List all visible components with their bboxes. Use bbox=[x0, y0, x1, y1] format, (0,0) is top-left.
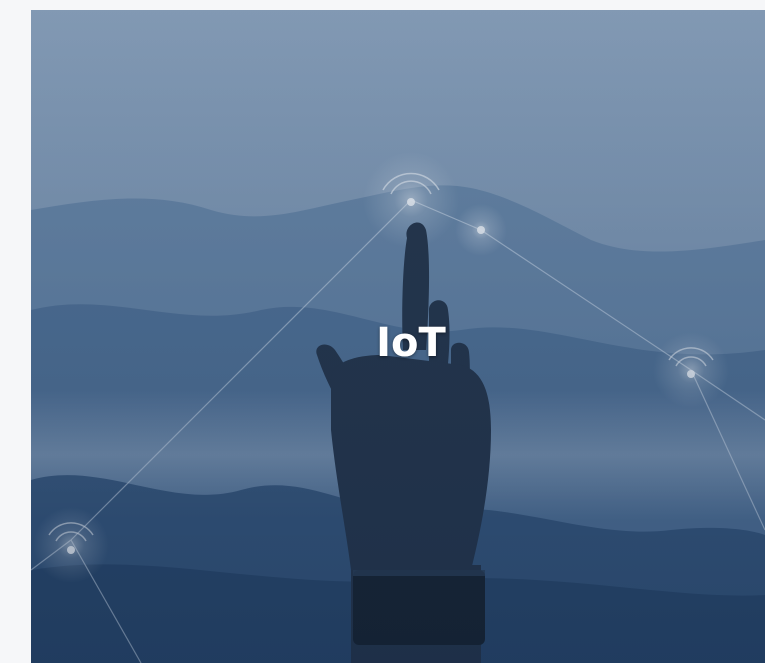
iot-card[interactable]: IoT bbox=[31, 10, 765, 663]
left-gutter bbox=[0, 0, 31, 663]
card-title: IoT bbox=[376, 320, 446, 366]
page: IoT bbox=[0, 0, 765, 663]
top-gutter bbox=[0, 0, 765, 10]
